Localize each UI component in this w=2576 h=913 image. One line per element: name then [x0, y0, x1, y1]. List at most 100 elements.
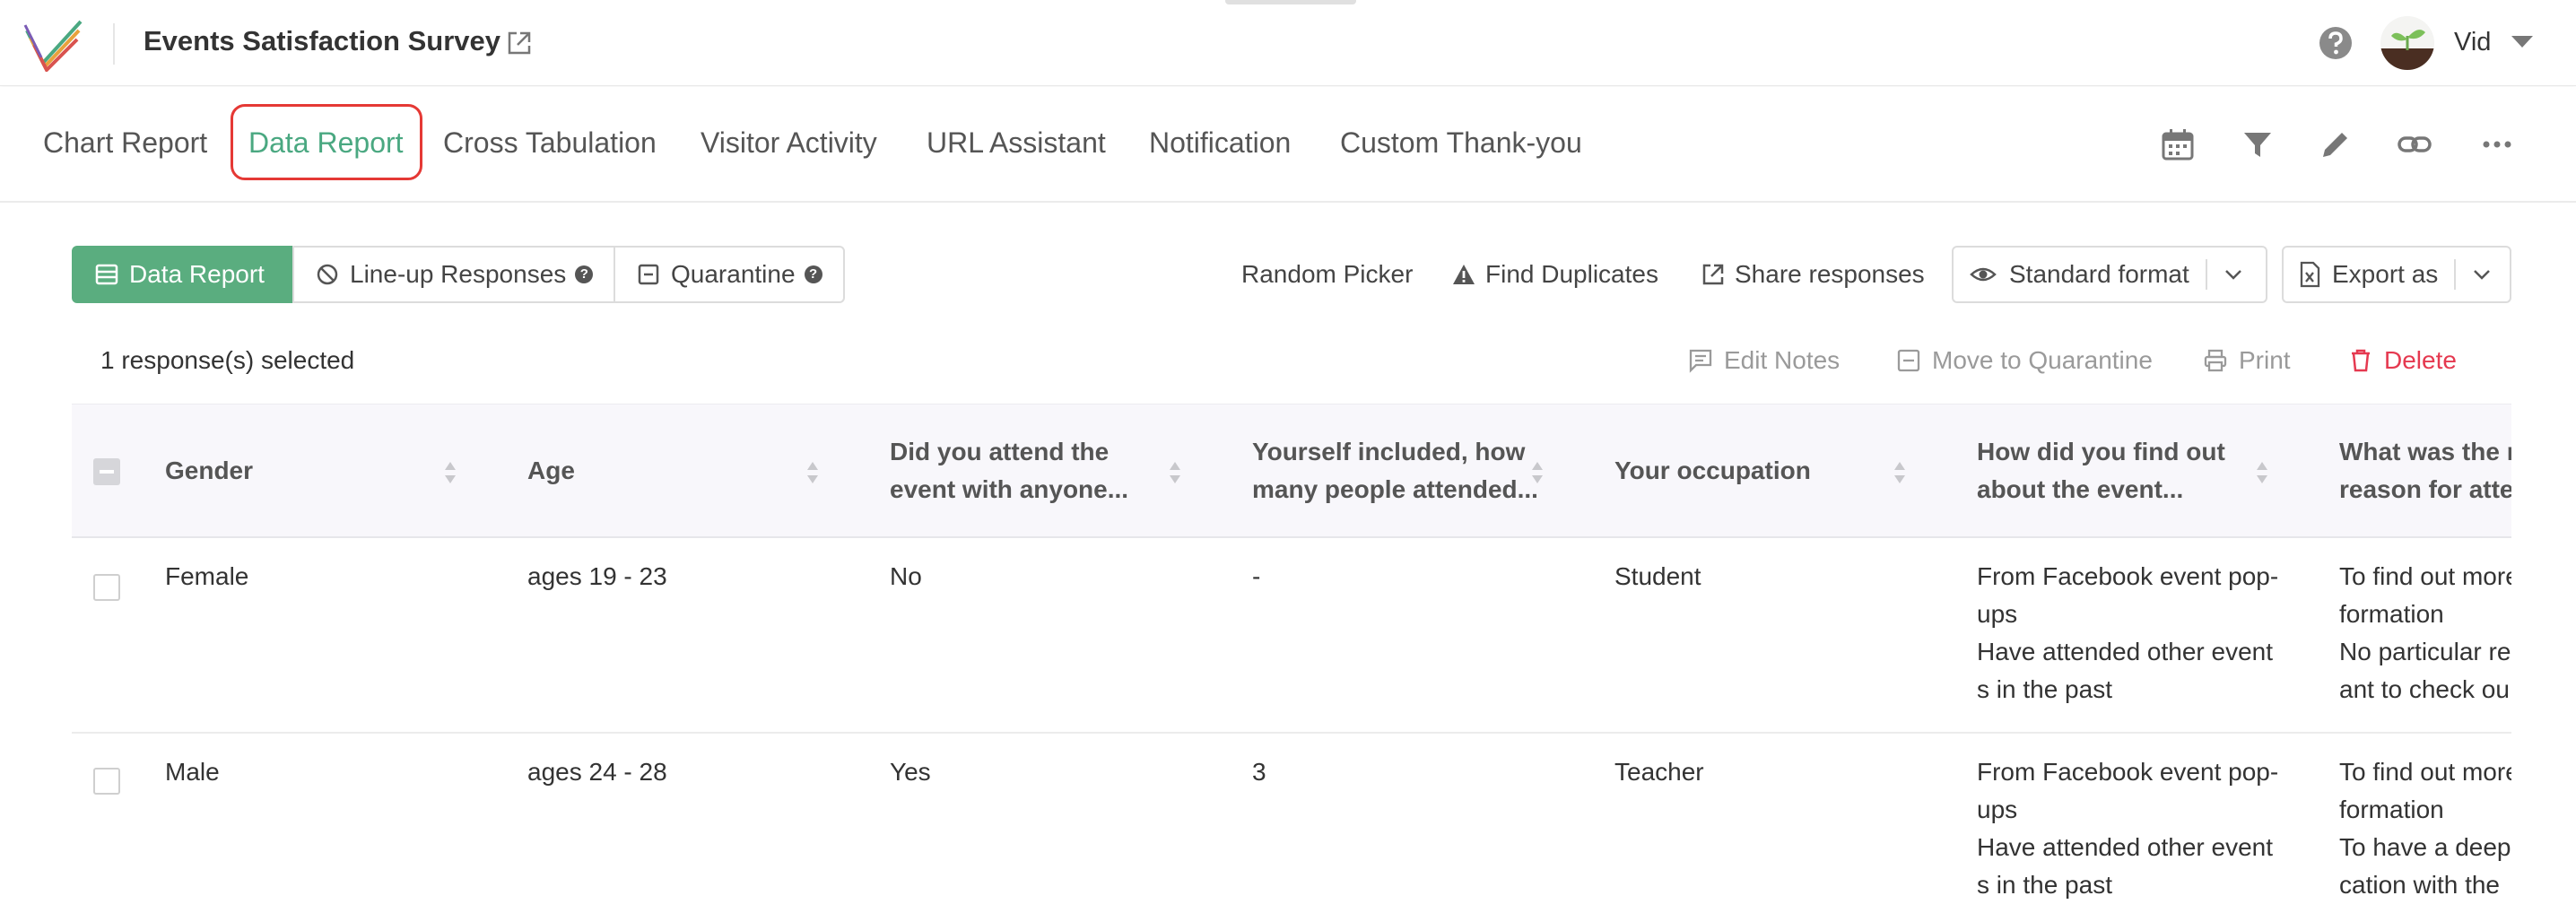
- column-header-line: reason for atter: [2339, 475, 2511, 503]
- table-row[interactable]: Female ages 19 - 23 No - Student From Fa…: [72, 538, 2511, 734]
- quarantine-help-icon[interactable]: ?: [804, 265, 822, 283]
- sort-icon[interactable]: [1893, 460, 1907, 485]
- row-checkbox[interactable]: [93, 574, 120, 601]
- share-responses-label: Share responses: [1735, 260, 1925, 288]
- cell-occupation: Teacher: [1614, 758, 1704, 786]
- notes-icon: [1689, 349, 1712, 373]
- help-icon[interactable]: [2318, 25, 2354, 61]
- data-report-button[interactable]: Data Report: [72, 246, 294, 303]
- column-header-line: Yourself included, how: [1252, 438, 1526, 465]
- column-header-people-attended[interactable]: Yourself included, how many people atten…: [1252, 433, 1538, 509]
- move-to-quarantine-label: Move to Quarantine: [1932, 346, 2153, 374]
- header-divider: [113, 23, 115, 65]
- random-picker-label: Random Picker: [1241, 260, 1414, 288]
- column-header-line: event with anyone...: [890, 475, 1129, 503]
- column-header-label: Your occupation: [1614, 456, 1811, 484]
- column-header-age[interactable]: Age: [527, 452, 575, 490]
- sort-icon[interactable]: [1168, 460, 1182, 485]
- table-row[interactable]: Male ages 24 - 28 Yes 3 Teacher From Fac…: [72, 734, 2511, 913]
- export-as-dropdown[interactable]: Export as: [2282, 246, 2511, 303]
- survey-title: Events Satisfaction Survey: [144, 25, 500, 57]
- select-all-checkbox[interactable]: [93, 458, 120, 485]
- tab-visitor-activity[interactable]: Visitor Activity: [701, 126, 877, 160]
- column-header-occupation[interactable]: Your occupation: [1614, 452, 1811, 490]
- standard-format-dropdown[interactable]: Standard format: [1952, 246, 2267, 303]
- tab-url-assistant[interactable]: URL Assistant: [927, 126, 1106, 160]
- cell-gender: Female: [165, 562, 249, 590]
- cell-line: No particular re: [2339, 638, 2511, 665]
- cell-line: To find out more: [2339, 562, 2511, 590]
- cell-age: ages 19 - 23: [527, 562, 667, 590]
- cell-line: From Facebook event pop-: [1977, 758, 2279, 786]
- more-options-icon[interactable]: [2479, 126, 2515, 162]
- lineup-responses-button[interactable]: Line-up Responses ?: [292, 246, 615, 303]
- open-external-icon[interactable]: [506, 30, 533, 57]
- data-report-button-label: Data Report: [129, 260, 265, 288]
- cell-people-attended: 3: [1252, 758, 1266, 786]
- filter-icon[interactable]: [2240, 126, 2276, 162]
- print-label: Print: [2239, 346, 2291, 374]
- column-header-line: Did you attend the: [890, 438, 1110, 465]
- cell-find-out: From Facebook event pop- ups Have attend…: [1977, 753, 2278, 904]
- cell-line: From Facebook event pop-: [1977, 562, 2279, 590]
- cell-occupation: Student: [1614, 562, 1701, 590]
- column-header-reason[interactable]: What was the m reason for atter: [2339, 433, 2511, 509]
- cell-line: formation: [2339, 600, 2444, 628]
- cell-line: cation with the: [2339, 871, 2500, 899]
- sort-icon[interactable]: [443, 460, 457, 485]
- cell-age: ages 24 - 28: [527, 758, 667, 786]
- row-checkbox[interactable]: [93, 768, 120, 795]
- cell-find-out: From Facebook event pop- ups Have attend…: [1977, 558, 2278, 709]
- delete-button[interactable]: Delete: [2348, 346, 2457, 375]
- link-icon[interactable]: [2397, 126, 2432, 162]
- chevron-down-icon: [2474, 270, 2491, 280]
- cell-line: To find out more: [2339, 758, 2511, 786]
- top-drag-handle: [1225, 0, 1356, 4]
- share-responses-button[interactable]: Share responses: [1701, 260, 1925, 289]
- tab-custom-thank-you[interactable]: Custom Thank-you: [1340, 126, 1582, 160]
- sort-icon[interactable]: [805, 460, 820, 485]
- random-picker-button[interactable]: Random Picker: [1241, 260, 1413, 289]
- avatar[interactable]: [2380, 16, 2434, 70]
- quarantine-button[interactable]: Quarantine ?: [614, 246, 845, 303]
- edit-notes-label: Edit Notes: [1724, 346, 1841, 374]
- print-button[interactable]: Print: [2203, 346, 2291, 375]
- move-to-quarantine-button[interactable]: Move to Quarantine: [1896, 346, 2153, 375]
- user-name[interactable]: Vid: [2454, 28, 2491, 57]
- share-external-icon: [1702, 264, 1724, 285]
- cell-line: formation: [2339, 796, 2444, 823]
- user-menu-caret-icon[interactable]: [2511, 36, 2533, 48]
- table-icon: [95, 264, 118, 285]
- plant-avatar-icon: [2380, 30, 2434, 70]
- column-header-attend-with-anyone[interactable]: Did you attend the event with anyone...: [890, 433, 1128, 509]
- dropdown-separator: [2454, 259, 2457, 290]
- quarantine-label: Quarantine: [671, 260, 796, 288]
- find-duplicates-button[interactable]: Find Duplicates: [1451, 260, 1658, 289]
- cell-line: Have attended other event: [1977, 833, 2274, 861]
- table-header: Gender Age Did you attend the event with…: [72, 404, 2511, 538]
- column-header-label: Gender: [165, 456, 254, 484]
- excel-file-icon: [2300, 261, 2320, 288]
- app-logo-icon[interactable]: [23, 18, 84, 72]
- cell-attend-with-anyone: No: [890, 562, 922, 590]
- column-header-find-out[interactable]: How did you find out about the event...: [1977, 433, 2225, 509]
- column-header-line: many people attended...: [1252, 475, 1538, 503]
- export-as-label: Export as: [2332, 260, 2439, 288]
- tab-notification[interactable]: Notification: [1149, 126, 1291, 160]
- cell-line: ups: [1977, 796, 2018, 823]
- selected-count-text: 1 response(s) selected: [100, 346, 355, 374]
- trash-icon: [2352, 349, 2370, 372]
- lineup-help-icon[interactable]: ?: [575, 265, 594, 283]
- column-header-label: Age: [527, 456, 575, 484]
- quarantine-box-icon: [1897, 349, 1920, 372]
- calendar-icon[interactable]: [2160, 126, 2196, 162]
- cell-line: ups: [1977, 600, 2018, 628]
- column-header-gender[interactable]: Gender: [165, 452, 253, 490]
- edit-pencil-icon[interactable]: [2318, 126, 2354, 162]
- tab-data-report[interactable]: Data Report: [248, 126, 404, 160]
- edit-notes-button[interactable]: Edit Notes: [1688, 346, 1840, 375]
- sort-icon[interactable]: [1530, 460, 1545, 485]
- sort-icon[interactable]: [2255, 460, 2269, 485]
- tab-chart-report[interactable]: Chart Report: [43, 126, 207, 160]
- tab-cross-tabulation[interactable]: Cross Tabulation: [443, 126, 657, 160]
